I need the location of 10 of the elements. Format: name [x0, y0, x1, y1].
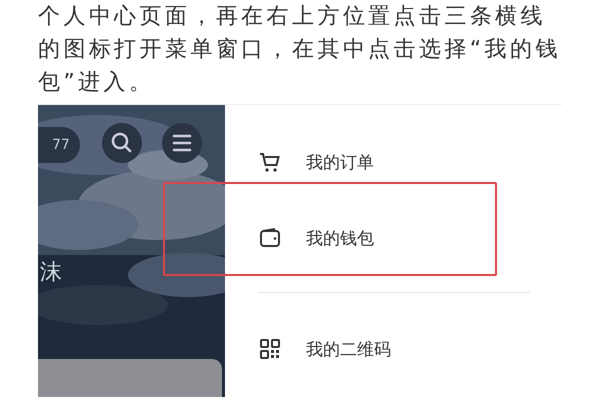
name-text: 沫	[40, 259, 62, 287]
instruction-text: 个人中心页面，再在右上方位置点击三条横线的图标打开菜单窗口，在其中点击选择“我的钱包”进入。	[37, 3, 562, 97]
menu-item[interactable]: 我的钱包	[163, 182, 497, 276]
cart-icon	[258, 150, 282, 174]
search-icon[interactable]	[102, 123, 142, 163]
menu-item[interactable]: 我的二维码	[225, 311, 562, 387]
menu-icon[interactable]	[162, 123, 202, 163]
qr-code-icon	[258, 337, 282, 361]
count-badge[interactable]: 77	[38, 127, 80, 163]
wallet-icon	[258, 226, 282, 250]
